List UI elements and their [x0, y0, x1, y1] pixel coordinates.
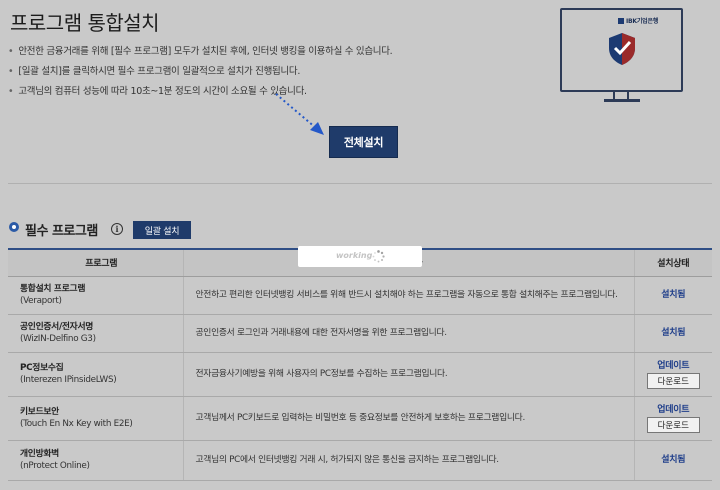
bank-mark-icon	[618, 18, 624, 24]
table-row: 개인방화벽 (nProtect Online) 고객님의 PC에서 인터넷뱅킹 …	[8, 440, 713, 481]
program-module: (nProtect Online)	[20, 461, 90, 471]
table-row: PC정보수집 (Interezen IPinsideLWS) 전자금융사기예방을…	[8, 352, 713, 397]
status-update-link[interactable]: 업데이트	[635, 360, 713, 372]
program-module: (WizIN-Delfino G3)	[20, 334, 96, 344]
program-description: 공인인증서 로그인과 거래내용에 대한 전자서명을 위한 프로그램입니다.	[182, 314, 634, 353]
program-name: 공인인증서/전자서명	[20, 322, 94, 332]
program-name: PC정보수집	[20, 363, 64, 373]
program-module: (Veraport)	[20, 296, 62, 306]
program-description: 전자금융사기예방을 위해 사용자의 PC정보를 수집하는 프로그램입니다.	[182, 352, 634, 397]
bank-name: IBK기업은행	[626, 18, 659, 25]
program-description: 안전하고 편리한 인터넷뱅킹 서비스를 위해 반드시 설치해야 하는 프로그램을…	[182, 276, 634, 315]
program-name: 통합설치 프로그램	[20, 284, 86, 294]
section-divider	[8, 183, 712, 184]
table-row: 공인인증서/전자서명 (WizIN-Delfino G3) 공인인증서 로그인과…	[8, 314, 713, 353]
monitor-illustration: IBK기업은행	[560, 8, 683, 92]
section-title: 필수 프로그램	[25, 224, 98, 239]
program-name: 개인방화벽	[20, 449, 59, 459]
program-cell: 공인인증서/전자서명 (WizIN-Delfino G3)	[8, 314, 183, 353]
program-name: 키보드보안	[20, 407, 59, 417]
program-cell: 키보드보안 (Touch En Nx Key with E2E)	[8, 396, 183, 441]
info-icon[interactable]: i	[111, 223, 123, 235]
download-button[interactable]: 다운로드	[646, 372, 700, 389]
batch-install-button[interactable]: 일괄 설치	[133, 221, 191, 239]
working-overlay: working	[298, 246, 422, 267]
status-installed-link[interactable]: 설치됨	[635, 454, 713, 466]
monitor-stand	[604, 99, 640, 102]
status-cell: 설치됨	[633, 314, 713, 353]
table-row: 통합설치 프로그램 (Veraport) 안전하고 편리한 인터넷뱅킹 서비스를…	[8, 276, 713, 315]
spinner-icon	[372, 250, 385, 263]
header-status: 설치상태	[633, 249, 712, 277]
status-cell: 설치됨	[633, 276, 713, 315]
bank-logo: IBK기업은행	[618, 16, 658, 25]
install-page: 프로그램 통합설치 안전한 금융거래를 위해 [필수 프로그램] 모두가 설치된…	[0, 0, 720, 490]
status-update-link[interactable]: 업데이트	[635, 404, 713, 416]
program-module: (Touch En Nx Key with E2E)	[20, 419, 133, 429]
section-bullet-icon	[9, 222, 19, 232]
status-installed-link[interactable]: 설치됨	[635, 327, 713, 339]
program-cell: 통합설치 프로그램 (Veraport)	[8, 276, 183, 315]
program-cell: 개인방화벽 (nProtect Online)	[8, 440, 183, 481]
table-row: 키보드보안 (Touch En Nx Key with E2E) 고객님께서 P…	[8, 396, 713, 441]
program-module: (Interezen IPinsideLWS)	[20, 375, 117, 385]
shield-check-icon	[609, 33, 635, 65]
program-description: 고객님께서 PC키보드로 입력하는 비밀번호 등 중요정보를 안전하게 보호하는…	[182, 396, 634, 441]
program-description: 고객님의 PC에서 인터넷뱅킹 거래 시, 허가되지 않은 통신을 금지하는 프…	[182, 440, 634, 481]
header-program: 프로그램	[8, 249, 183, 277]
install-all-button[interactable]: 전체설치	[329, 126, 398, 158]
working-label: working	[336, 251, 373, 260]
status-cell: 설치됨	[633, 440, 713, 481]
status-installed-link[interactable]: 설치됨	[635, 289, 713, 301]
program-table: 프로그램 기능 설치상태 통합설치 프로그램 (Veraport) 안전하고 편…	[8, 248, 712, 481]
download-button[interactable]: 다운로드	[646, 416, 700, 433]
status-cell: 업데이트 다운로드	[633, 396, 713, 441]
program-cell: PC정보수집 (Interezen IPinsideLWS)	[8, 352, 183, 397]
status-cell: 업데이트 다운로드	[633, 352, 713, 397]
